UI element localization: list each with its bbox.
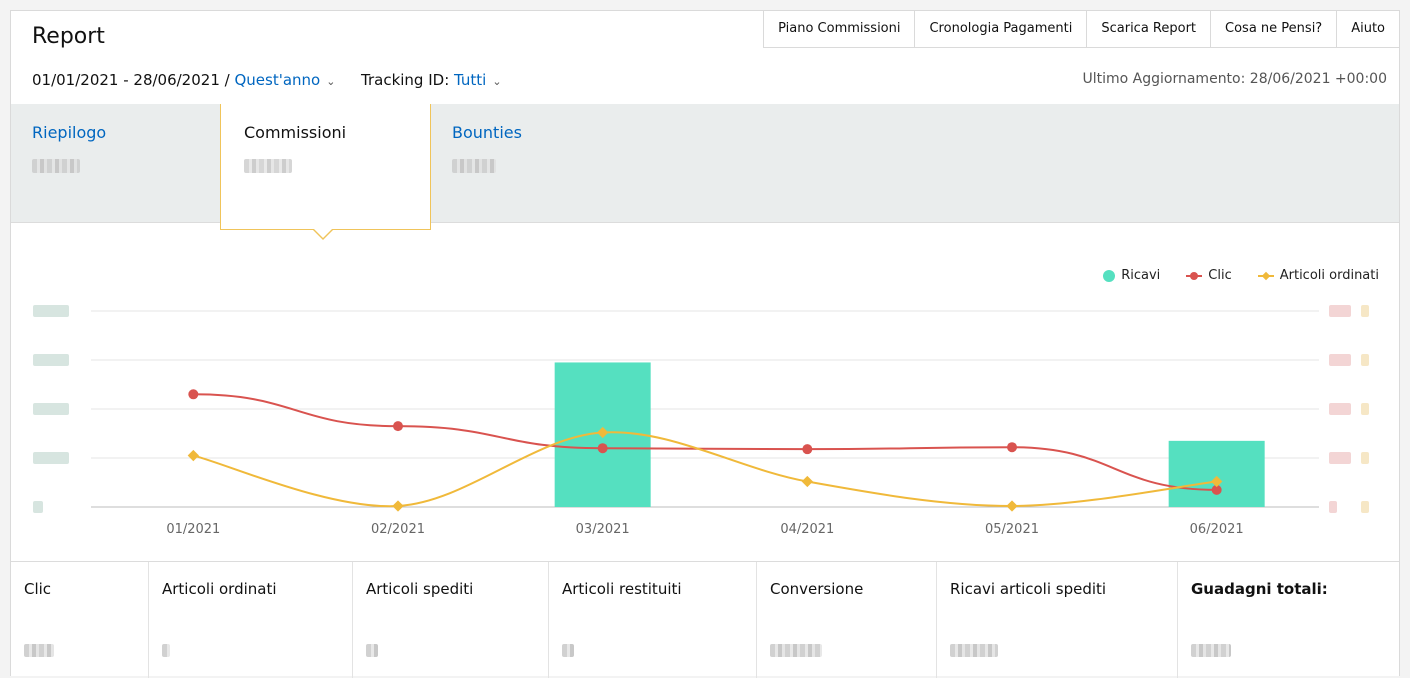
blurred-value	[1191, 644, 1231, 657]
blurred-tick-right	[1329, 403, 1351, 415]
tracking-dropdown[interactable]: Tutti ⌄	[454, 71, 502, 89]
stat-label: Clic	[24, 580, 52, 598]
point-clic	[802, 444, 813, 455]
point-clic	[188, 389, 199, 400]
blurred-value	[244, 159, 292, 173]
blurred-tick-right	[1361, 501, 1369, 513]
link-aiuto[interactable]: Aiuto	[1337, 11, 1399, 47]
period-dropdown[interactable]: Quest'anno ⌄	[234, 71, 335, 89]
blurred-tick-right	[1329, 354, 1351, 366]
link-cronologia-pagamenti[interactable]: Cronologia Pagamenti	[915, 11, 1088, 47]
date-filter-row: 01/01/2021 - 28/06/2021 / Quest'anno ⌄ Tr…	[32, 71, 502, 89]
summary-tabs: Riepilogo Commissioni Bounties	[11, 104, 1399, 230]
tab-bounties-label: Bounties	[452, 123, 522, 142]
x-tick-label: 05/2021	[985, 522, 1039, 537]
series-line-articoli-ordinati	[193, 431, 1217, 508]
tab-bounties[interactable]: Bounties	[431, 104, 641, 222]
stat-conversione: Conversione	[757, 562, 937, 678]
blurred-tick-left	[33, 305, 69, 317]
blurred-value	[452, 159, 496, 173]
blurred-tick-left	[33, 403, 69, 415]
x-tick-label: 02/2021	[371, 522, 425, 537]
stats-row: Clic Articoli ordinati Articoli spediti …	[11, 561, 1399, 678]
blurred-tick-right	[1329, 452, 1351, 464]
x-tick-label: 03/2021	[576, 522, 630, 537]
report-chart: Ricavi Clic Articoli ordinati 01/2021 02/…	[11, 223, 1399, 562]
stat-articoli-restituiti: Articoli restituiti	[549, 562, 757, 678]
stat-label: Ricavi articoli spediti	[950, 580, 1107, 598]
date-range: 01/01/2021 - 28/06/2021 /	[32, 71, 230, 89]
point-clic	[1007, 442, 1017, 453]
link-cosa-ne-pensi[interactable]: Cosa ne Pensi?	[1211, 11, 1338, 47]
stat-label: Guadagni totali:	[1191, 580, 1328, 598]
blurred-value	[950, 644, 998, 657]
blurred-tick-right	[1361, 305, 1369, 317]
report-panel: Report Piano Commissioni Cronologia Paga…	[10, 10, 1400, 678]
blurred-value	[770, 644, 822, 657]
page-title: Report	[32, 24, 105, 49]
stat-ricavi-articoli-spediti: Ricavi articoli spediti	[937, 562, 1178, 678]
chart-plot: 01/2021 02/2021 03/2021 04/2021 05/2021 06/20…	[33, 305, 1369, 537]
tab-riepilogo[interactable]: Riepilogo	[11, 104, 221, 222]
period-value: Quest'anno	[234, 71, 321, 89]
blurred-value	[366, 644, 378, 657]
blurred-tick-right	[1361, 354, 1369, 366]
stat-clic: Clic	[11, 562, 149, 678]
stat-label: Articoli ordinati	[162, 580, 277, 598]
report-header: Report Piano Commissioni Cronologia Paga…	[11, 11, 1399, 104]
tab-riepilogo-label: Riepilogo	[32, 123, 107, 142]
blurred-value	[162, 644, 170, 657]
point-clic	[597, 443, 608, 454]
point-articoli-ordinati	[187, 449, 199, 462]
blurred-tick-right	[1361, 452, 1369, 464]
stat-label: Articoli spediti	[366, 580, 474, 598]
point-clic	[393, 421, 403, 432]
chevron-down-icon: ⌄	[492, 75, 502, 88]
link-piano-commissioni[interactable]: Piano Commissioni	[764, 11, 916, 47]
tab-commissioni-label: Commissioni	[244, 123, 347, 142]
blurred-value	[24, 644, 54, 657]
link-scarica-report[interactable]: Scarica Report	[1087, 11, 1212, 47]
blurred-tick-left	[33, 354, 69, 366]
blurred-tick-right	[1329, 501, 1337, 513]
stat-articoli-ordinati: Articoli ordinati	[149, 562, 353, 678]
blurred-value	[562, 644, 574, 657]
point-articoli-ordinati	[801, 475, 813, 488]
point-articoli-ordinati	[392, 500, 404, 512]
stat-articoli-spediti: Articoli spediti	[353, 562, 549, 678]
stat-label: Articoli restituiti	[562, 580, 682, 598]
tab-commissioni[interactable]: Commissioni	[220, 104, 431, 230]
tracking-value: Tutti	[454, 71, 487, 89]
blurred-tick-right	[1361, 403, 1369, 415]
blurred-tick-right	[1329, 305, 1351, 317]
top-links-bar: Piano Commissioni Cronologia Pagamenti S…	[763, 11, 1399, 48]
blurred-tick-left	[33, 501, 43, 513]
tracking-label: Tracking ID:	[361, 71, 450, 89]
blurred-value	[32, 159, 80, 173]
x-tick-label: 06/2021	[1190, 522, 1244, 537]
bar-ricavi	[1168, 440, 1265, 507]
x-tick-label: 04/2021	[780, 522, 834, 537]
x-tick-label: 01/2021	[166, 522, 220, 537]
stat-label: Conversione	[770, 580, 864, 598]
stat-guadagni-totali: Guadagni totali:	[1178, 562, 1399, 678]
chevron-down-icon: ⌄	[326, 75, 336, 88]
blurred-tick-left	[33, 452, 69, 464]
last-update: Ultimo Aggiornamento: 28/06/2021 +00:00	[1082, 71, 1388, 87]
point-articoli-ordinati	[1006, 500, 1018, 512]
